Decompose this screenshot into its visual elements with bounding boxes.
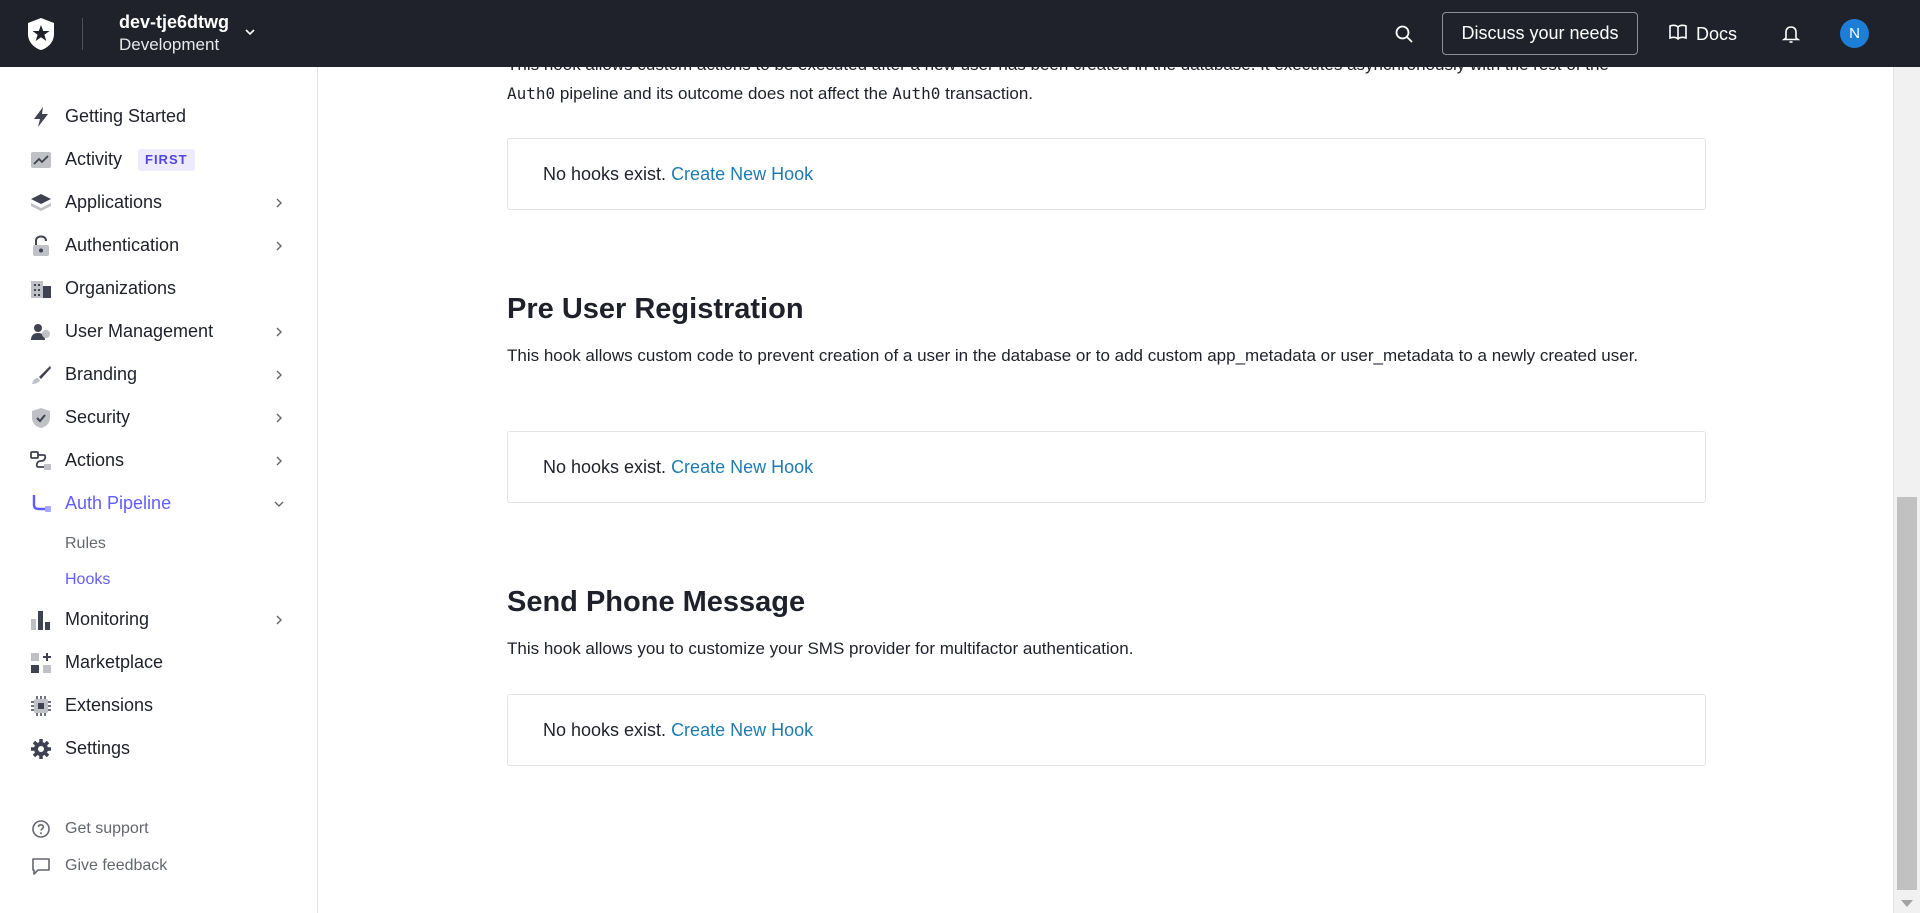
shield-icon	[29, 406, 53, 430]
section-title: Send Phone Message	[507, 586, 806, 618]
description-text: transaction.	[940, 84, 1034, 103]
bar-chart-icon	[29, 608, 53, 632]
hooks-empty-panel: No hooks exist. Create New Hook	[507, 694, 1706, 766]
chevron-right-icon	[276, 198, 282, 207]
gear-icon	[29, 737, 53, 761]
post-user-registration-description: This hook allows custom actions to be ex…	[507, 67, 1707, 108]
sidebar-item-label: Auth Pipeline	[65, 493, 172, 513]
bell-icon[interactable]	[1778, 20, 1804, 48]
description-line: Auth0 pipeline and its outcome does not …	[507, 79, 1707, 108]
section-description: This hook allows custom code to prevent …	[507, 346, 1639, 365]
flow-icon	[29, 449, 53, 473]
footer-item-label: Give feedback	[65, 857, 168, 874]
chevron-right-icon	[276, 327, 282, 336]
sidebar-item-organizations[interactable]: Organizations	[0, 267, 317, 310]
sidebar-subitem-hooks[interactable]: Hooks	[65, 571, 110, 589]
chevron-right-icon	[276, 456, 282, 465]
sidebar-item-activity[interactable]: Activity FIRST	[0, 138, 317, 181]
sidebar-item-authentication[interactable]: Authentication	[0, 224, 317, 267]
description-text: pipeline and its outcome does not affect…	[555, 84, 893, 103]
sidebar-item-label: Security	[65, 407, 131, 427]
chevron-right-icon	[276, 615, 282, 624]
sidebar-item-label: Organizations	[65, 278, 177, 298]
users-icon	[29, 320, 53, 344]
sidebar-item-marketplace[interactable]: Marketplace	[0, 641, 317, 684]
building-icon	[29, 277, 53, 301]
sidebar-item-settings[interactable]: Settings	[0, 727, 317, 770]
create-new-hook-link[interactable]: Create New Hook	[671, 720, 813, 741]
chevron-down-icon[interactable]	[243, 25, 257, 44]
chevron-right-icon	[276, 413, 282, 422]
chevron-down-icon	[274, 501, 284, 507]
top-navigation-bar: dev-tje6dtwg Development Discuss your ne…	[0, 0, 1920, 67]
sidebar-item-label: Getting Started	[65, 106, 187, 126]
auth0-code: Auth0	[507, 84, 556, 103]
footer-item-label: Get support	[65, 820, 149, 837]
get-support-link[interactable]: Get support	[0, 813, 317, 845]
sidebar-item-actions[interactable]: Actions	[0, 439, 317, 482]
sidebar-item-getting-started[interactable]: Getting Started	[0, 95, 317, 138]
sidebar-item-label: Activity	[65, 149, 123, 169]
sidebar-item-monitoring[interactable]: Monitoring	[0, 598, 317, 641]
sidebar-item-label: Settings	[65, 738, 131, 758]
grid-plus-icon	[29, 651, 53, 675]
sidebar-item-label: Applications	[65, 192, 163, 212]
layers-icon	[29, 191, 53, 215]
sidebar-item-label: Branding	[65, 364, 138, 384]
create-new-hook-link[interactable]: Create New Hook	[671, 164, 813, 185]
description-line: This hook allows custom actions to be ex…	[507, 67, 1707, 79]
sidebar-item-label: Monitoring	[65, 609, 150, 629]
discuss-your-needs-button[interactable]: Discuss your needs	[1442, 12, 1638, 55]
no-hooks-text: No hooks exist.	[543, 456, 667, 477]
sidebar-item-applications[interactable]: Applications	[0, 181, 317, 224]
first-badge: FIRST	[138, 148, 195, 171]
brush-icon	[29, 363, 53, 387]
sidebar-item-auth-pipeline[interactable]: Auth Pipeline	[0, 482, 317, 525]
help-circle-icon	[29, 817, 53, 841]
section-description: This hook allows you to customize your S…	[507, 639, 1134, 658]
sidebar: Getting Started Activity FIRST Applicati…	[0, 67, 318, 913]
docs-label: Docs	[1696, 23, 1738, 44]
auth0-code: Auth0	[892, 84, 941, 103]
scrollbar-thumb[interactable]	[1897, 497, 1917, 890]
no-hooks-text: No hooks exist.	[543, 719, 667, 740]
pipeline-icon	[29, 492, 53, 516]
section-title: Pre User Registration	[507, 293, 804, 325]
give-feedback-link[interactable]: Give feedback	[0, 850, 317, 882]
main-content: This hook allows custom actions to be ex…	[319, 67, 1893, 913]
chip-icon	[29, 694, 53, 718]
sidebar-subitem-rules[interactable]: Rules	[65, 535, 106, 553]
book-icon	[1668, 23, 1688, 46]
sidebar-item-label: Authentication	[65, 235, 180, 255]
sidebar-item-branding[interactable]: Branding	[0, 353, 317, 396]
sidebar-item-label: Extensions	[65, 695, 154, 715]
activity-icon	[29, 148, 53, 172]
hooks-empty-panel: No hooks exist. Create New Hook	[507, 138, 1706, 210]
lock-icon	[29, 234, 53, 258]
vertical-scrollbar[interactable]	[1893, 67, 1920, 913]
sidebar-item-user-management[interactable]: User Management	[0, 310, 317, 353]
auth0-logo-icon[interactable]	[0, 0, 82, 67]
bolt-icon	[29, 105, 53, 129]
tenant-name: dev-tje6dtwg	[119, 11, 230, 32]
tenant-switcher[interactable]: dev-tje6dtwg Development	[119, 11, 229, 57]
sidebar-item-extensions[interactable]: Extensions	[0, 684, 317, 727]
create-new-hook-link[interactable]: Create New Hook	[671, 457, 813, 478]
avatar[interactable]: N	[1840, 19, 1869, 48]
search-icon[interactable]	[1390, 20, 1418, 48]
sidebar-item-security[interactable]: Security	[0, 396, 317, 439]
scroll-down-arrow-icon[interactable]	[1901, 900, 1913, 907]
chevron-right-icon	[276, 370, 282, 379]
message-icon	[29, 854, 53, 878]
chevron-right-icon	[276, 241, 282, 250]
docs-button[interactable]: Docs	[1668, 20, 1737, 48]
hooks-empty-panel: No hooks exist. Create New Hook	[507, 431, 1706, 503]
sidebar-item-label: User Management	[65, 321, 214, 341]
tenant-environment: Development	[119, 34, 220, 54]
sidebar-item-label: Actions	[65, 450, 125, 470]
no-hooks-text: No hooks exist.	[543, 163, 667, 184]
sidebar-item-label: Marketplace	[65, 652, 164, 672]
topbar-divider	[82, 17, 83, 50]
